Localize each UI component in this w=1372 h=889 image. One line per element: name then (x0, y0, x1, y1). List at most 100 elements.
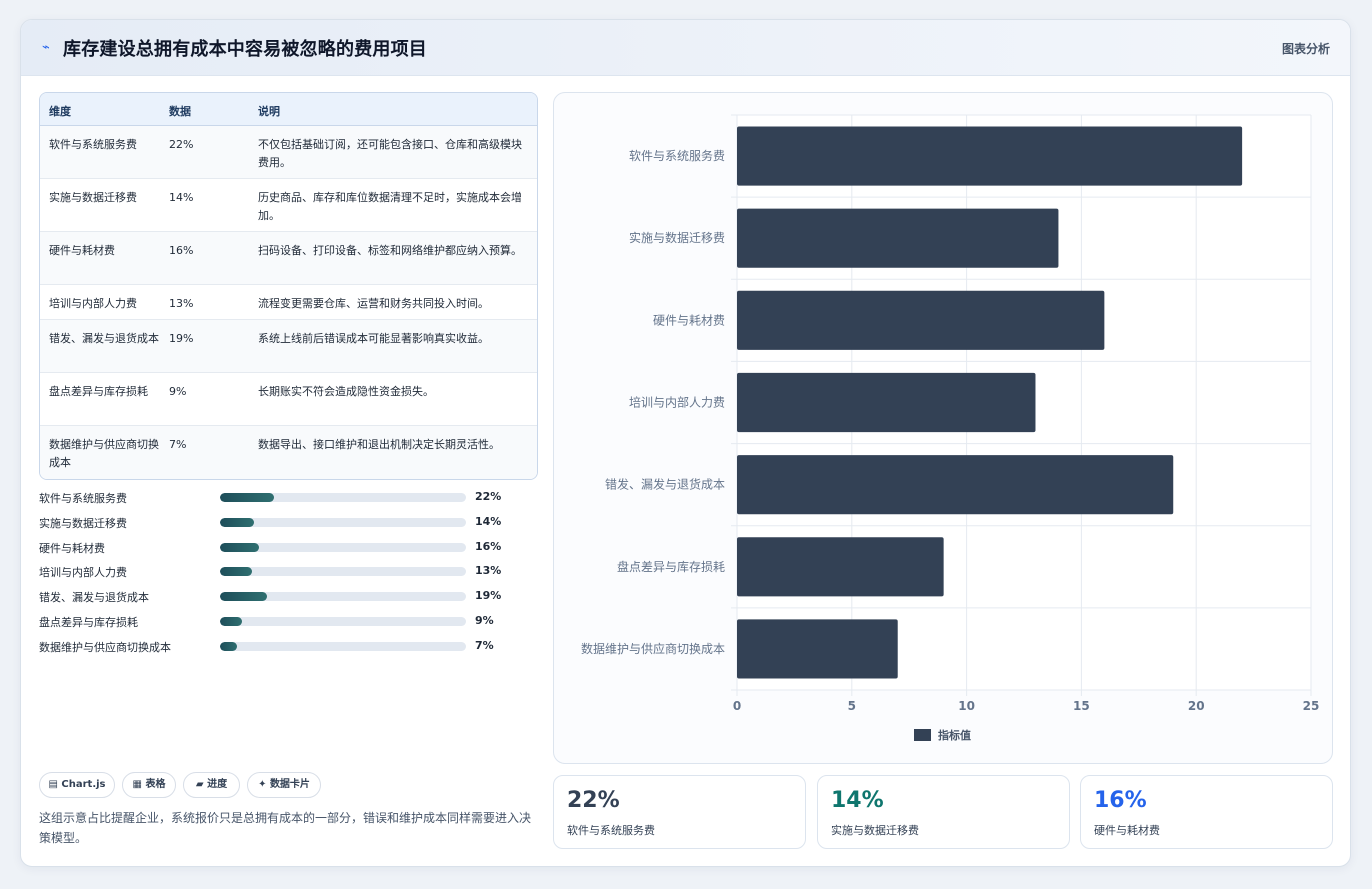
cell-description: 不仅包括基础订阅，还可能包含接口、仓库和高级模块费用。 (258, 138, 522, 169)
progress-fill (220, 641, 238, 651)
x-tick-label: 10 (958, 699, 975, 713)
column-header-dimension: 维度 (49, 105, 71, 118)
progress-track (220, 567, 466, 577)
y-tick-label: 数据维护与供应商切换成本 (581, 641, 725, 656)
y-tick-label: 错发、漏发与退货成本 (605, 477, 725, 492)
progress-value: 16% (475, 539, 502, 553)
bar (737, 208, 1059, 268)
table-row: 硬件与耗材费 16% 扫码设备、打印设备、标签和网络维护都应纳入预算。 (40, 232, 537, 285)
page-title: 库存建设总拥有成本中容易被忽略的费用项目 (63, 39, 427, 60)
progress-row: 错发、漏发与退货成本 19% (39, 589, 519, 614)
bar (737, 619, 898, 679)
cell-dimension: 盘点差异与库存损耗 (49, 385, 148, 398)
stat-card: 14% 实施与数据迁移费 (817, 775, 1070, 849)
bar (737, 290, 1105, 350)
table-row: 培训与内部人力费 13% 流程变更需要仓库、运营和财务共同投入时间。 (40, 285, 537, 320)
chip-progress[interactable]: ▰ 进度 (183, 772, 240, 798)
progress-fill (220, 542, 260, 552)
bar (737, 537, 944, 597)
main-card: ⌁ 库存建设总拥有成本中容易被忽略的费用项目 图表分析 维度 数据 说明 软件与… (20, 19, 1351, 867)
cell-value: 13% (169, 297, 194, 310)
progress-row: 软件与系统服务费 22% (39, 490, 519, 515)
cell-value: 19% (169, 332, 194, 345)
progress-fill (220, 567, 252, 577)
table-row: 软件与系统服务费 22% 不仅包括基础订阅，还可能包含接口、仓库和高级模块费用。 (40, 126, 537, 179)
chip-label: 进度 (207, 779, 228, 790)
bar-chart: 软件与系统服务费实施与数据迁移费硬件与耗材费培训与内部人力费错发、漏发与退货成本… (581, 114, 1320, 742)
table-icon: ▦ (132, 779, 142, 790)
cell-dimension: 软件与系统服务费 (49, 138, 137, 151)
chip-table[interactable]: ▦ 表格 (122, 772, 176, 798)
progress-row: 培训与内部人力费 13% (39, 564, 519, 589)
column-header-data: 数据 (169, 105, 191, 118)
cell-dimension: 实施与数据迁移费 (49, 191, 137, 204)
cell-dimension: 数据维护与供应商切换成本 (49, 438, 159, 469)
progress-track (220, 616, 466, 626)
chip-chartjs[interactable]: ▤ Chart.js (39, 772, 115, 798)
y-tick-label: 盘点差异与库存损耗 (617, 559, 725, 574)
progress-label: 数据维护与供应商切换成本 (39, 640, 171, 654)
table-header: 维度 数据 说明 (40, 93, 537, 126)
cell-description: 系统上线前后错误成本可能显著影响真实收益。 (258, 332, 489, 345)
sparkle-icon: ✦ (258, 779, 267, 790)
data-table: 维度 数据 说明 软件与系统服务费 22% 不仅包括基础订阅，还可能包含接口、仓… (39, 92, 538, 480)
cell-value: 9% (169, 385, 187, 398)
stat-card: 16% 硬件与耗材费 (1080, 775, 1333, 849)
cell-description: 历史商品、库存和库位数据清理不足时，实施成本会增加。 (258, 191, 522, 222)
progress-fill (220, 616, 243, 626)
x-tick-label: 15 (1073, 699, 1090, 713)
progress-track (220, 493, 466, 502)
table-row: 错发、漏发与退货成本 19% 系统上线前后错误成本可能显著影响真实收益。 (40, 320, 537, 373)
chart-line-icon: ⌁ (42, 40, 50, 55)
column-header-description: 说明 (258, 105, 280, 118)
x-tick-label: 25 (1303, 699, 1320, 713)
y-tick-label: 培训与内部人力费 (629, 395, 725, 410)
y-tick-label: 实施与数据迁移费 (629, 230, 725, 245)
stat-value: 22% (567, 788, 620, 813)
stat-value: 14% (831, 788, 884, 813)
progress-icon: ▰ (195, 779, 204, 790)
bar (737, 126, 1243, 186)
progress-value: 22% (475, 490, 502, 503)
y-tick-label: 硬件与耗材费 (653, 313, 725, 327)
progress-fill (220, 493, 275, 502)
progress-label: 实施与数据迁移费 (39, 516, 127, 530)
chart-icon: ▤ (48, 779, 58, 790)
stat-label: 实施与数据迁移费 (831, 824, 919, 837)
summary-note: 这组示意占比提醒企业，系统报价只是总拥有成本的一部分，错误和维护成本同样需要进入… (39, 811, 532, 845)
cell-description: 数据导出、接口维护和退出机制决定长期灵活性。 (258, 438, 500, 451)
progress-value: 19% (475, 589, 502, 603)
x-tick-label: 20 (1188, 699, 1205, 713)
progress-track (220, 542, 466, 552)
table-row: 实施与数据迁移费 14% 历史商品、库存和库位数据清理不足时，实施成本会增加。 (40, 179, 537, 232)
cell-value: 16% (169, 244, 194, 257)
progress-fill (220, 517, 255, 527)
table-row: 盘点差异与库存损耗 9% 长期账实不符会造成隐性资金损失。 (40, 373, 537, 426)
progress-value: 13% (475, 564, 502, 578)
cell-value: 14% (169, 191, 194, 204)
cell-description: 流程变更需要仓库、运营和财务共同投入时间。 (258, 297, 489, 310)
progress-row: 数据维护与供应商切换成本 7% (39, 639, 519, 664)
chip-data-cards[interactable]: ✦ 数据卡片 (247, 772, 321, 798)
chip-label: Chart.js (61, 779, 106, 790)
progress-label: 错发、漏发与退货成本 (39, 591, 149, 605)
cell-dimension: 错发、漏发与退货成本 (49, 332, 159, 345)
stat-label: 硬件与耗材费 (1094, 824, 1160, 837)
stat-label: 软件与系统服务费 (567, 824, 655, 837)
progress-label: 软件与系统服务费 (39, 492, 127, 505)
y-tick-label: 软件与系统服务费 (629, 148, 725, 163)
progress-label: 硬件与耗材费 (39, 541, 105, 555)
progress-row: 硬件与耗材费 16% (39, 540, 519, 565)
x-tick-label: 5 (848, 699, 856, 713)
progress-label: 培训与内部人力费 (39, 566, 127, 580)
chart-panel: 软件与系统服务费 实施与数据迁移费硬件与耗材费培训与内部人力费错发、漏发与退货成本… (553, 92, 1333, 764)
progress-label: 盘点差异与库存损耗 (39, 615, 138, 629)
cell-description: 扫码设备、打印设备、标签和网络维护都应纳入预算。 (258, 244, 522, 257)
cell-dimension: 硬件与耗材费 (49, 244, 115, 257)
legend-label: 指标值 (938, 728, 971, 742)
stat-card: 22% 软件与系统服务费 (553, 775, 806, 849)
cell-dimension: 培训与内部人力费 (49, 297, 137, 310)
chip-label: 表格 (145, 779, 166, 790)
stat-value: 16% (1094, 788, 1147, 813)
table-row: 数据维护与供应商切换成本 7% 数据导出、接口维护和退出机制决定长期灵活性。 (40, 426, 537, 479)
